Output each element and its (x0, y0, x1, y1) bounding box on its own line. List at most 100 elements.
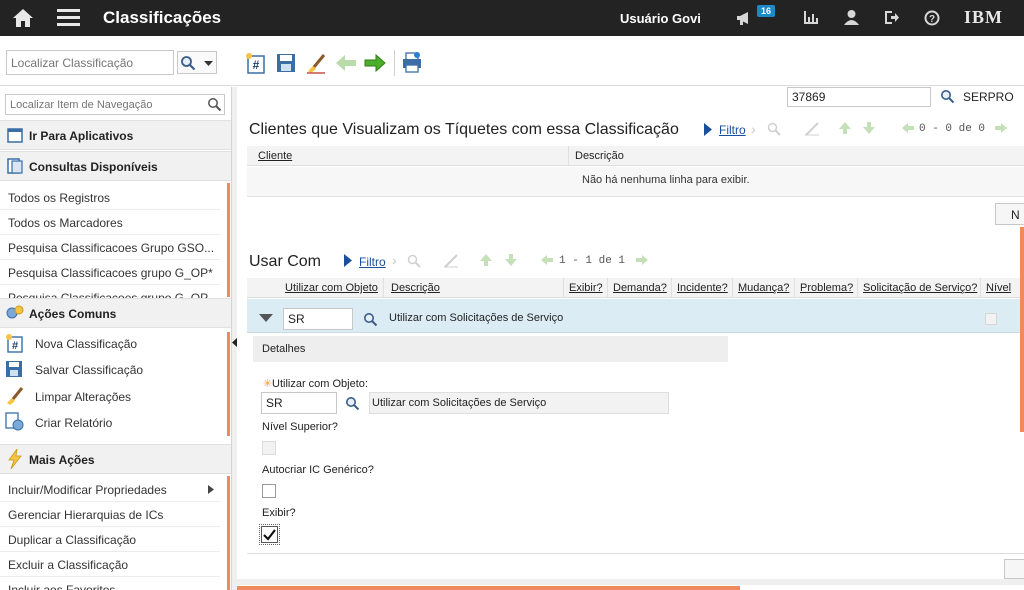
arrow-down-icon[interactable] (862, 121, 876, 135)
lookup-icon[interactable] (363, 312, 378, 327)
new-classification-icon: # (6, 334, 23, 353)
previous-arrow-icon[interactable] (335, 53, 357, 73)
notification-badge[interactable]: 16 (757, 5, 776, 17)
column-demand[interactable]: Demanda? (613, 282, 667, 294)
column-divider (563, 278, 564, 298)
usewith-filter-link[interactable]: Filtro (359, 255, 386, 269)
scrollbar-accent[interactable] (227, 476, 230, 590)
usewith-section-title: Usar Com (249, 253, 322, 270)
sign-out-icon[interactable] (884, 10, 900, 25)
details-object-input[interactable] (261, 392, 337, 414)
search-dropdown-button[interactable] (177, 51, 217, 74)
arrow-up-icon[interactable] (479, 253, 493, 267)
goto-apps-header[interactable]: Ir Para Aplicativos (0, 120, 231, 150)
details-object-description: Utilizar com Solicitações de Serviço (369, 392, 669, 414)
divider (0, 234, 220, 235)
column-object[interactable]: Utilizar com Objeto (285, 282, 378, 294)
more-action-item[interactable]: Incluir aos Favoritos (8, 583, 223, 590)
nav-search-input[interactable] (5, 94, 225, 115)
bottom-button[interactable] (1004, 559, 1024, 579)
column-problem[interactable]: Problema? (800, 282, 853, 294)
divider (0, 209, 220, 210)
column-incident[interactable]: Incidente? (677, 282, 728, 294)
common-actions-header[interactable]: Ações Comuns (0, 298, 231, 328)
page-next-icon[interactable] (994, 122, 1008, 134)
clients-filter-link[interactable]: Filtro (719, 123, 746, 137)
clients-section-title: Clientes que Visualizam os Tíquetes com … (249, 121, 679, 138)
megaphone-icon[interactable] (736, 10, 754, 26)
query-item[interactable]: Todos os Registros (8, 191, 223, 205)
more-action-item[interactable]: Excluir a Classificação (8, 558, 223, 572)
row-level-checkbox[interactable] (985, 313, 997, 325)
goto-apps-label: Ir Para Aplicativos (29, 129, 134, 143)
clear-filter-icon[interactable] (443, 254, 459, 268)
org-label: SERPRO (963, 90, 1014, 104)
column-level[interactable]: Nível (986, 282, 1011, 294)
chevron-right-icon: › (392, 252, 397, 268)
classification-search-input[interactable] (6, 50, 174, 75)
svg-text:#: # (253, 58, 260, 72)
filter-arrow-icon[interactable] (344, 254, 352, 267)
row-expand-icon[interactable] (259, 314, 273, 322)
help-icon[interactable]: ? (924, 10, 940, 26)
query-item[interactable]: Pesquisa Classificacoes Grupo GSO... (8, 241, 223, 255)
column-client[interactable]: Cliente (258, 150, 292, 162)
common-actions-icon (6, 305, 24, 319)
lightning-icon (8, 449, 22, 469)
column-divider (568, 146, 569, 166)
object-label: Utilizar com Objeto: (272, 378, 368, 390)
arrow-down-icon[interactable] (504, 253, 518, 267)
lookup-icon[interactable] (345, 396, 360, 411)
clear-filter-icon[interactable] (804, 122, 820, 136)
column-service-request[interactable]: Solicitação de Serviço? (863, 282, 977, 294)
user-name[interactable]: Usuário Govi (620, 11, 701, 26)
nav-search-icon[interactable] (207, 97, 222, 112)
record-id-input[interactable] (787, 87, 931, 107)
search-icon (181, 56, 196, 71)
action-new-classification[interactable]: Nova Classificação (35, 337, 231, 351)
print-icon[interactable] (401, 51, 423, 73)
search-icon[interactable] (767, 122, 781, 136)
query-item[interactable]: Pesquisa Classificacoes grupo G_OP* (8, 266, 223, 280)
new-row-button[interactable]: N (995, 203, 1024, 225)
save-icon[interactable] (275, 52, 297, 74)
column-show[interactable]: Exibir? (569, 282, 603, 294)
page-previous-icon[interactable] (901, 122, 915, 134)
page-previous-icon[interactable] (540, 254, 554, 266)
page-next-icon[interactable] (635, 254, 649, 266)
queries-header[interactable]: Consultas Disponíveis (0, 151, 231, 181)
vertical-scroll-accent[interactable] (1020, 227, 1024, 432)
queries-icon (7, 158, 23, 174)
action-create-report[interactable]: Criar Relatório (35, 416, 231, 430)
menu-icon[interactable] (57, 8, 80, 27)
show-checkbox[interactable] (259, 524, 280, 545)
row-object-input[interactable] (283, 308, 353, 330)
new-record-icon[interactable]: # (245, 52, 267, 74)
search-icon[interactable] (407, 254, 421, 268)
action-save-classification[interactable]: Salvar Classificação (35, 363, 231, 377)
parent-checkbox (262, 441, 276, 455)
column-description[interactable]: Descrição (575, 150, 624, 162)
report-chart-icon[interactable] (803, 10, 819, 25)
query-item[interactable]: Todos os Marcadores (8, 216, 223, 230)
column-change[interactable]: Mudança? (738, 282, 789, 294)
more-actions-header[interactable]: Mais Ações (0, 444, 231, 474)
column-divider (732, 278, 733, 298)
more-action-item[interactable]: Duplicar a Classificação (8, 533, 223, 547)
lookup-icon[interactable] (940, 89, 955, 104)
next-arrow-icon[interactable] (364, 53, 386, 73)
clear-changes-icon[interactable] (305, 52, 327, 74)
arrow-up-icon[interactable] (838, 121, 852, 135)
horizontal-scroll-accent[interactable] (237, 586, 740, 590)
more-action-item[interactable]: Gerenciar Hierarquias de ICs (8, 508, 223, 522)
filter-arrow-icon[interactable] (704, 123, 712, 136)
profile-icon[interactable] (844, 9, 859, 25)
details-title: Detalhes (262, 343, 306, 355)
action-clear-changes[interactable]: Limpar Alterações (35, 390, 231, 404)
autocreate-checkbox[interactable] (262, 484, 276, 498)
home-icon[interactable] (12, 8, 34, 28)
column-description[interactable]: Descrição (391, 282, 440, 294)
more-action-item[interactable]: Incluir/Modificar Propriedades (8, 483, 223, 497)
scrollbar-accent[interactable] (227, 183, 230, 297)
column-divider (607, 278, 608, 298)
